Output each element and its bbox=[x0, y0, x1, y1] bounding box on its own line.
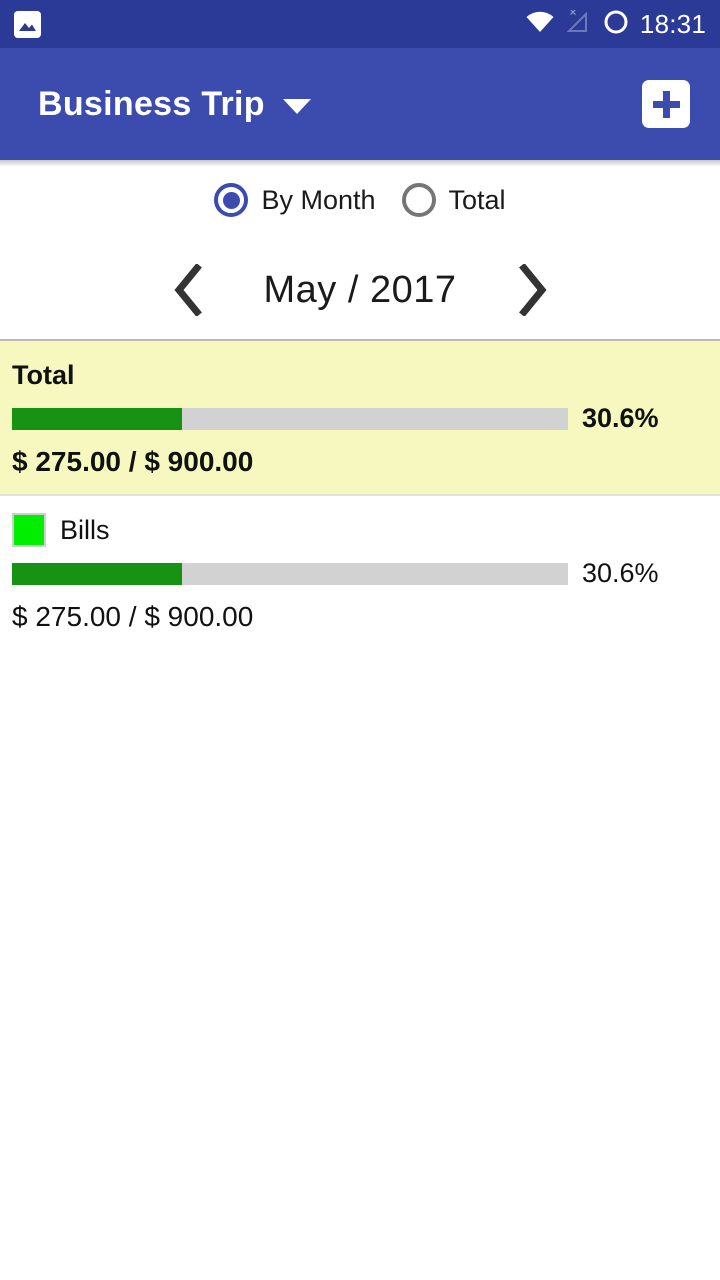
radio-dot bbox=[222, 191, 240, 209]
budget-list: Total 30.6% $ 275.00 / $ 900.00 Bills 30… bbox=[0, 339, 720, 649]
add-button[interactable] bbox=[642, 80, 690, 128]
cellular-no-signal-icon bbox=[566, 8, 592, 39]
budget-total-progress-track bbox=[12, 407, 568, 430]
next-month-button[interactable] bbox=[509, 262, 555, 318]
budget-category-progress-fill bbox=[12, 562, 183, 585]
status-bar: 18:31 bbox=[0, 0, 720, 48]
month-navigator: May / 2017 bbox=[0, 250, 720, 330]
budget-category-title: Bills bbox=[60, 514, 110, 545]
prev-month-button[interactable] bbox=[166, 262, 212, 318]
budget-total-progress-fill bbox=[12, 407, 183, 430]
plus-icon-vertical bbox=[662, 90, 670, 118]
budget-total-percent: 30.6% bbox=[582, 403, 659, 433]
app-bar: Business Trip bbox=[0, 48, 720, 160]
radio-option-by-month[interactable]: By Month bbox=[214, 183, 376, 217]
budget-total-title: Total bbox=[12, 359, 75, 390]
budget-category-amounts: $ 275.00 / $ 900.00 bbox=[12, 601, 254, 632]
radio-option-total[interactable]: Total bbox=[401, 183, 506, 217]
radio-total-icon[interactable] bbox=[401, 183, 436, 217]
status-bar-clock: 18:31 bbox=[639, 8, 706, 39]
budget-category-header: Bills bbox=[12, 508, 708, 552]
battery-circle-icon bbox=[603, 9, 629, 40]
radio-by-month-icon[interactable] bbox=[214, 183, 249, 217]
view-mode-selector: By Month Total bbox=[0, 167, 720, 233]
photo-notification-icon[interactable] bbox=[14, 10, 41, 38]
radio-by-month-label: By Month bbox=[261, 184, 376, 215]
status-bar-right: 18:31 bbox=[525, 9, 706, 40]
page-title: Business Trip bbox=[38, 84, 265, 123]
app-bar-shadow bbox=[0, 160, 720, 167]
status-bar-left bbox=[14, 10, 41, 38]
budget-total-progress-line: 30.6% bbox=[12, 403, 708, 434]
category-color-swatch bbox=[12, 513, 46, 547]
budget-category-progress-track bbox=[12, 562, 568, 585]
budget-total-row[interactable]: Total 30.6% $ 275.00 / $ 900.00 bbox=[0, 339, 720, 494]
budget-category-row[interactable]: Bills 30.6% $ 275.00 / $ 900.00 bbox=[0, 494, 720, 649]
chevron-down-icon[interactable] bbox=[282, 98, 311, 114]
wifi-icon bbox=[525, 10, 555, 39]
budget-total-amounts: $ 275.00 / $ 900.00 bbox=[12, 446, 254, 477]
radio-total-label: Total bbox=[448, 184, 506, 215]
budget-selector[interactable]: Business Trip bbox=[38, 85, 311, 124]
budget-category-percent: 30.6% bbox=[582, 558, 659, 588]
budget-total-header: Total bbox=[12, 353, 708, 397]
current-period-label: May / 2017 bbox=[263, 268, 457, 311]
budget-category-progress-line: 30.6% bbox=[12, 558, 708, 589]
